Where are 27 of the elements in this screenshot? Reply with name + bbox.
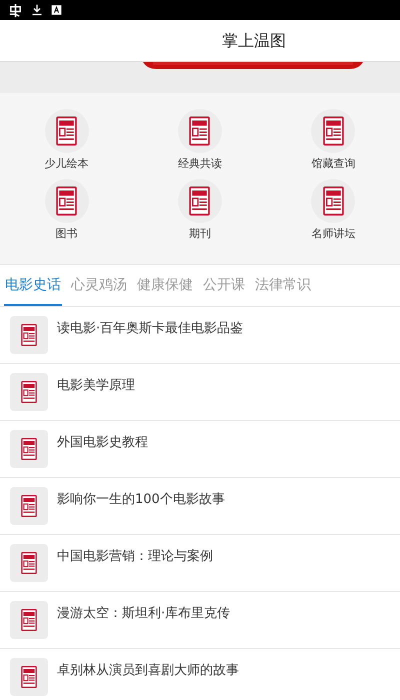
article-title: 电影美学原理 [57, 377, 135, 395]
article-title: 漫游太空：斯坦利·库布里克传 [57, 605, 230, 623]
download-icon [31, 3, 43, 17]
shortcut-button[interactable] [311, 109, 356, 153]
article-title: 卓别林从演员到喜剧大师的故事 [57, 662, 239, 680]
shortcut-label[interactable]: 少儿绘本 [44, 156, 89, 172]
article-row[interactable]: 外国电影史教程 [0, 421, 400, 478]
shortcut-label[interactable]: 名师讲坛 [311, 226, 356, 242]
header-title: 掌上温图 [222, 30, 286, 52]
article-title: 中国电影营销：理论与案例 [57, 548, 213, 566]
shortcut-label[interactable]: 馆藏查询 [311, 156, 356, 172]
app-icon [51, 4, 62, 16]
shortcut-label[interactable]: 期刊 [188, 226, 211, 242]
article-title: 外国电影史教程 [57, 434, 148, 452]
shortcut-label[interactable]: 经典共读 [178, 156, 222, 172]
article-row[interactable]: 读电影·百年奥斯卡最佳电影品鉴 [0, 307, 400, 364]
article-row[interactable]: 漫游太空：斯坦利·库布里克传 [0, 592, 400, 649]
article-row[interactable]: 影响你一生的100个电影故事 [0, 478, 400, 535]
article-row[interactable]: 卓别林从演员到喜剧大师的故事 [0, 649, 400, 700]
article-row[interactable]: 中国电影营销：理论与案例 [0, 535, 400, 592]
shortcut-label[interactable]: 图书 [56, 226, 78, 242]
shortcut-button[interactable] [44, 109, 89, 153]
article-title: 影响你一生的100个电影故事 [57, 491, 225, 509]
article-row[interactable]: 电影美学原理 [0, 364, 400, 421]
category-tab[interactable]: 电影史话 [4, 267, 62, 306]
shortcut-button[interactable] [178, 109, 222, 153]
article-title: 读电影·百年奥斯卡最佳电影品鉴 [57, 320, 244, 338]
